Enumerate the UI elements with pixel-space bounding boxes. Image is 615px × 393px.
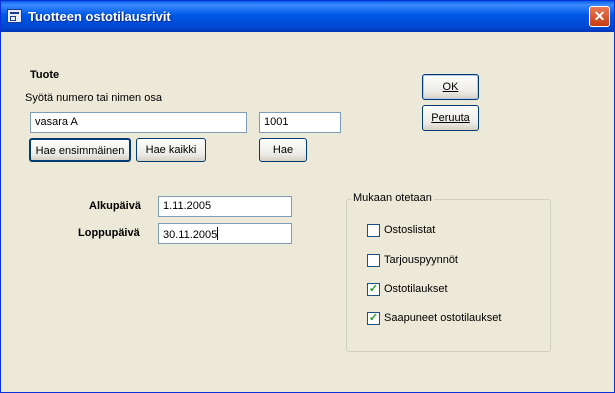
ok-button-label: OK bbox=[442, 81, 459, 93]
start-date-input[interactable]: 1.11.2005 bbox=[158, 196, 292, 217]
label-received-orders[interactable]: Saapuneet ostotilaukset bbox=[384, 312, 501, 324]
dialog-window: Tuotteen ostotilausrivit ✕ Tuote Syötä n… bbox=[0, 0, 615, 393]
cancel-button[interactable]: Peruuta bbox=[422, 105, 479, 131]
label-shopping-lists[interactable]: Ostoslistat bbox=[384, 224, 435, 236]
start-date-label: Alkupäivä bbox=[89, 200, 141, 212]
checkbox-received-orders[interactable]: ✓ bbox=[367, 312, 380, 325]
ok-button[interactable]: OK bbox=[422, 74, 479, 100]
product-hint: Syötä numero tai nimen osa bbox=[25, 92, 162, 104]
product-number-input[interactable]: 1001 bbox=[259, 112, 341, 133]
end-date-value: 30.11.2005 bbox=[163, 229, 218, 241]
include-groupbox bbox=[346, 199, 551, 352]
product-heading: Tuote bbox=[30, 69, 60, 81]
text-caret bbox=[217, 227, 219, 240]
checkbox-shopping-lists[interactable] bbox=[367, 224, 380, 237]
find-all-button[interactable]: Hae kaikki bbox=[136, 138, 206, 162]
checkbox-purchase-orders[interactable]: ✓ bbox=[367, 283, 380, 296]
end-date-input[interactable]: 30.11.2005 bbox=[158, 223, 292, 244]
title-bar[interactable]: Tuotteen ostotilausrivit ✕ bbox=[1, 1, 614, 32]
end-date-label: Loppupäivä bbox=[78, 227, 140, 239]
window-title: Tuotteen ostotilausrivit bbox=[28, 9, 171, 24]
find-first-button[interactable]: Hae ensimmäinen bbox=[29, 138, 131, 162]
label-purchase-orders[interactable]: Ostotilaukset bbox=[384, 283, 448, 295]
checkbox-requests-for-quote[interactable] bbox=[367, 254, 380, 267]
label-requests-for-quote[interactable]: Tarjouspyynnöt bbox=[384, 254, 458, 266]
product-name-input[interactable]: vasara A bbox=[30, 112, 247, 133]
find-button[interactable]: Hae bbox=[259, 138, 307, 162]
app-icon bbox=[7, 9, 22, 23]
include-legend: Mukaan otetaan bbox=[351, 192, 434, 204]
close-button[interactable]: ✕ bbox=[589, 6, 610, 27]
cancel-button-label: Peruuta bbox=[431, 112, 470, 124]
